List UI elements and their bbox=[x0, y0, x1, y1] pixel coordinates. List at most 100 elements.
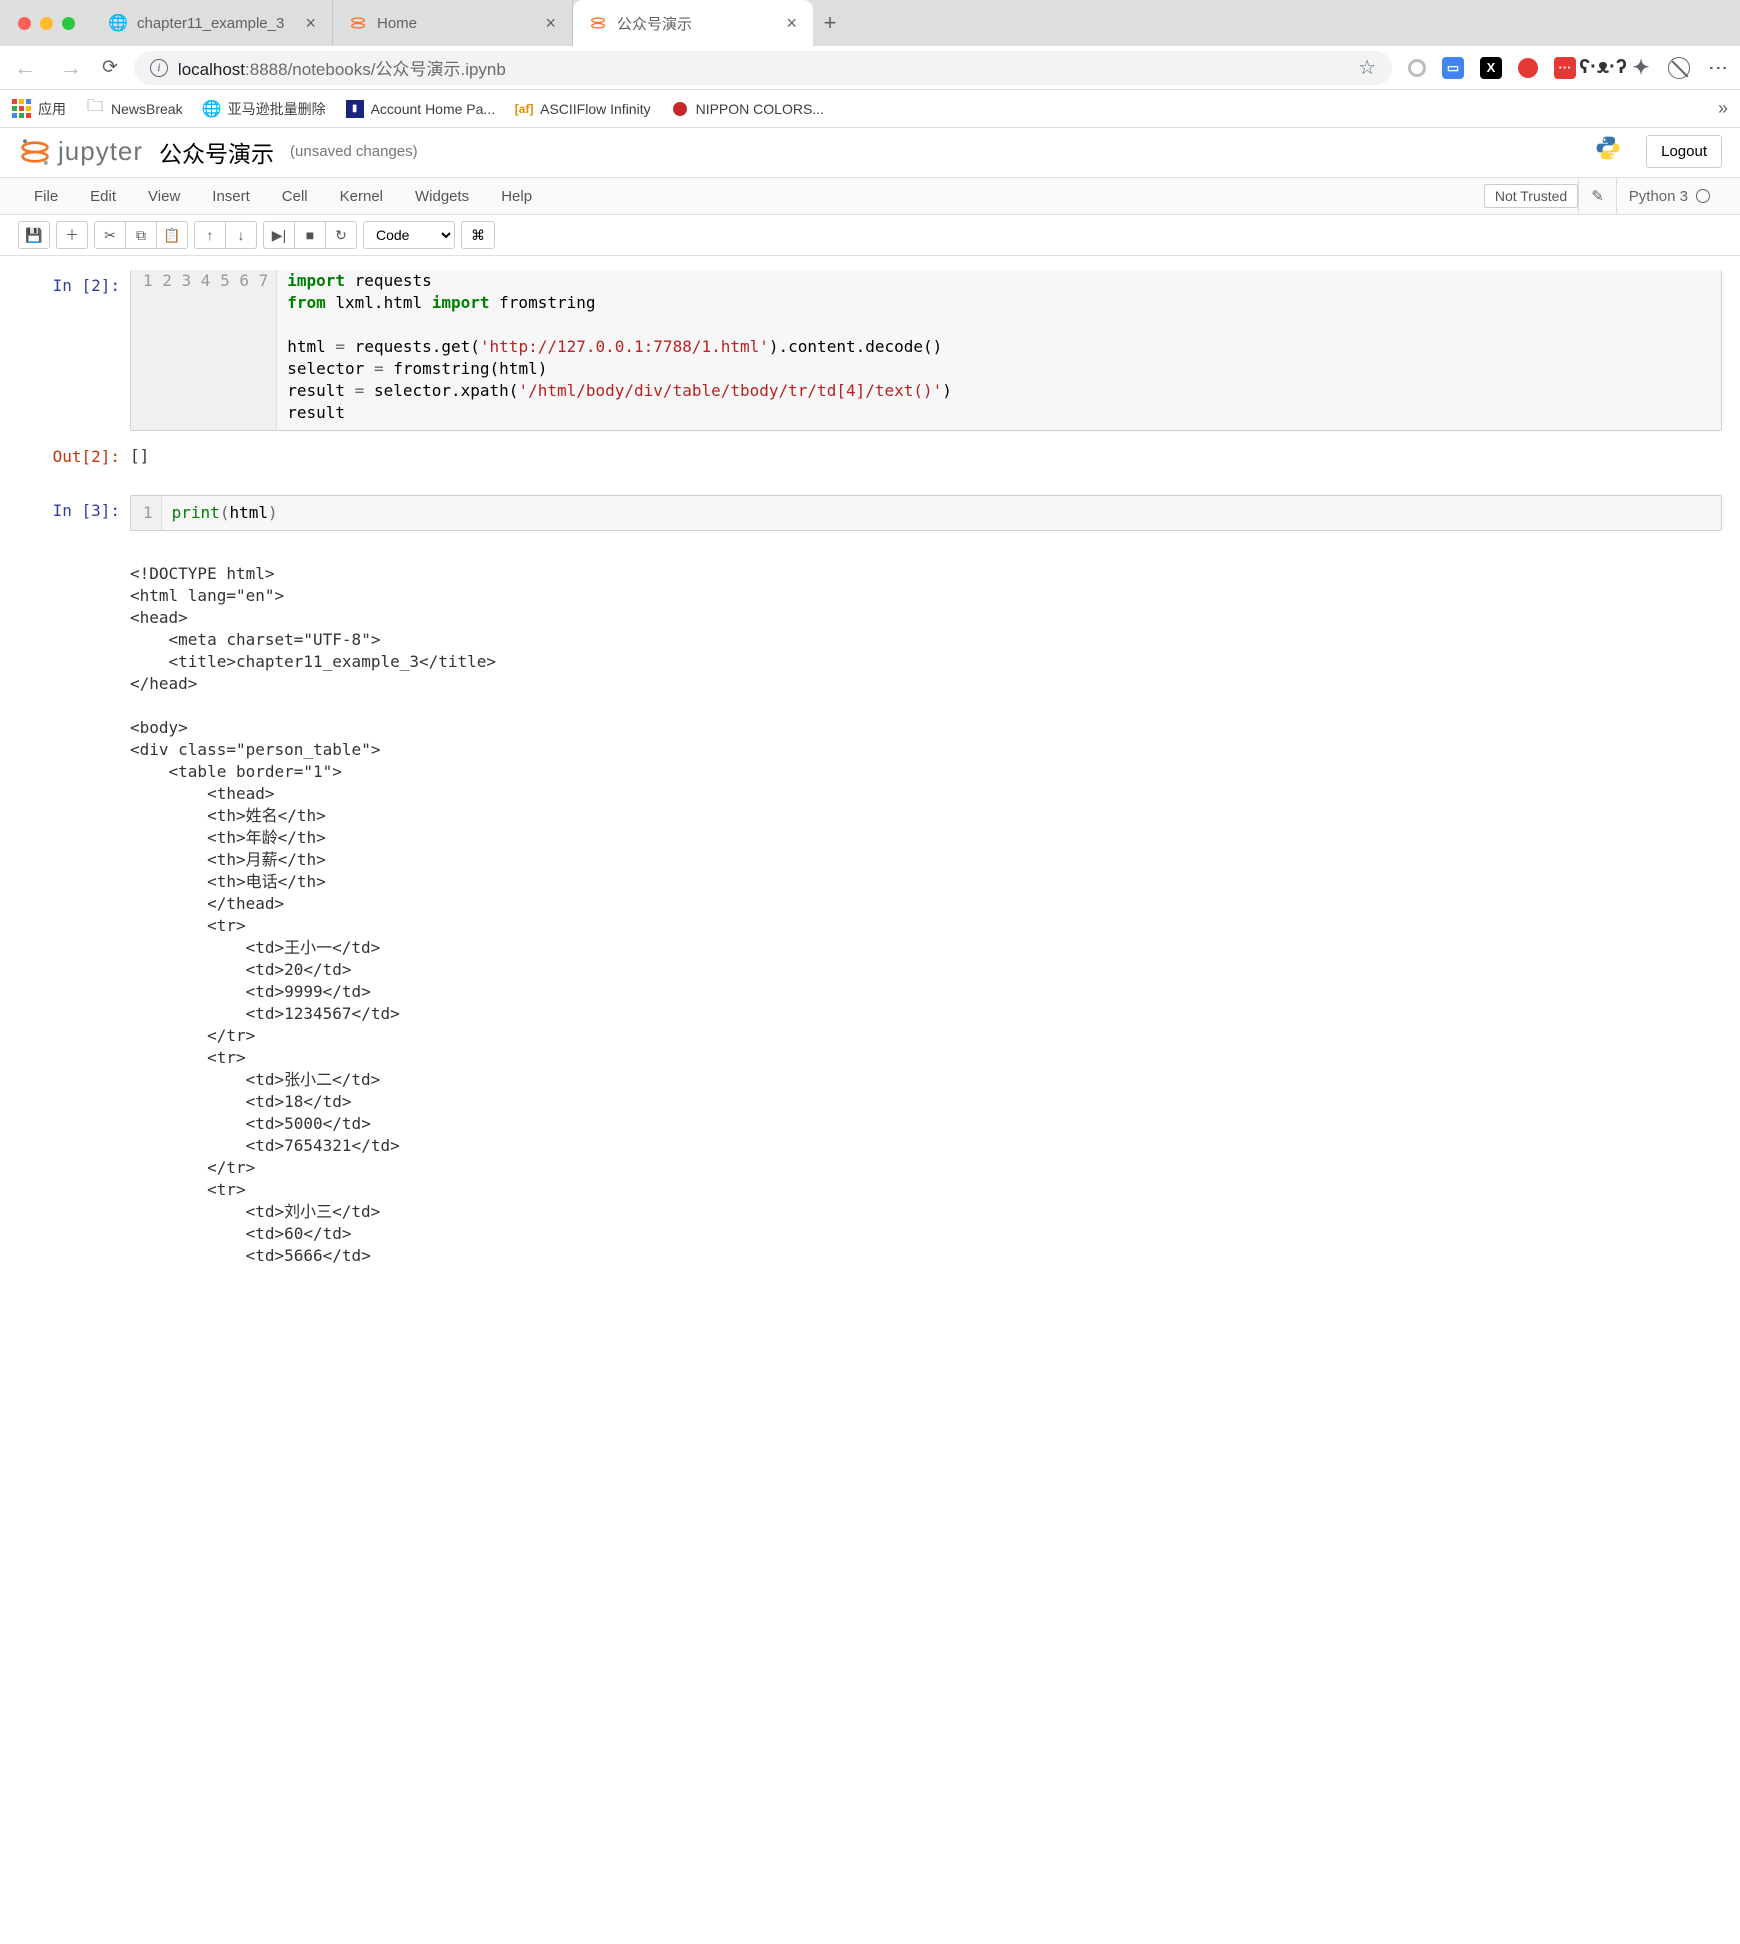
copy-cell-button[interactable]: ⧉ bbox=[125, 221, 157, 249]
extension-icons: ▭ X ··· ʕ·ᴥ·ʔ ✦ ⋮ bbox=[1408, 57, 1730, 79]
reload-button[interactable]: ⟳ bbox=[102, 56, 118, 79]
output-content: [] bbox=[130, 441, 1722, 467]
extension-panda-icon[interactable]: ʕ·ᴥ·ʔ bbox=[1592, 57, 1614, 79]
menu-file[interactable]: File bbox=[18, 178, 74, 214]
jupyter-logo[interactable]: jupyter bbox=[18, 135, 143, 169]
paste-cell-button[interactable]: 📋 bbox=[156, 221, 188, 249]
bookmark-star-icon[interactable]: ☆ bbox=[1358, 55, 1376, 80]
save-button[interactable]: 💾 bbox=[18, 221, 50, 249]
apps-label: 应用 bbox=[38, 99, 66, 119]
menu-insert[interactable]: Insert bbox=[196, 178, 266, 214]
restart-kernel-button[interactable]: ↻ bbox=[325, 221, 357, 249]
tab-strip: 🌐 chapter11_example_3 × Home × 公众号演示 × + bbox=[0, 0, 1740, 46]
bookmark-label: NewsBreak bbox=[111, 101, 183, 117]
forward-button[interactable]: → bbox=[56, 55, 86, 81]
extension-x-icon[interactable]: X bbox=[1480, 57, 1502, 79]
browser-tab-3[interactable]: 公众号演示 × bbox=[573, 0, 813, 46]
tab-title: Home bbox=[377, 15, 417, 32]
jupyter-header: jupyter 公众号演示 (unsaved changes) Logout bbox=[0, 128, 1740, 177]
menu-kernel[interactable]: Kernel bbox=[324, 178, 399, 214]
bookmark-newsbreak[interactable]: 🗀 NewsBreak bbox=[86, 100, 183, 118]
bookmark-account-home[interactable]: ▮ Account Home Pa... bbox=[346, 100, 496, 118]
bookmark-overflow-icon[interactable]: » bbox=[1718, 98, 1728, 119]
trusted-indicator[interactable]: Not Trusted bbox=[1484, 184, 1578, 208]
menu-edit[interactable]: Edit bbox=[74, 178, 132, 214]
bookmark-nippon-colors[interactable]: NIPPON COLORS... bbox=[671, 100, 824, 118]
url-path: :8888/notebooks/公众号演示.ipynb bbox=[245, 60, 506, 79]
command-palette-button[interactable]: ⌘ bbox=[461, 221, 495, 249]
bookmark-label: ASCIIFlow Infinity bbox=[540, 101, 650, 117]
output-prompt: Out[2]: bbox=[18, 441, 130, 467]
jupyter-toolbar: 💾 ＋ ✂ ⧉ 📋 ↑ ↓ ▶| ■ ↻ Code ⌘ bbox=[0, 215, 1740, 256]
code-cell-3[interactable]: In [3]: 1 print(html) bbox=[18, 495, 1722, 531]
bookmark-label: NIPPON COLORS... bbox=[696, 101, 824, 117]
red-dot-icon bbox=[673, 102, 687, 116]
edit-metadata-button[interactable]: ✎ bbox=[1578, 178, 1616, 214]
extensions-menu-icon[interactable]: ✦ bbox=[1630, 57, 1652, 79]
code-input-area[interactable]: 1 2 3 4 5 6 7 import requests from lxml.… bbox=[130, 270, 1722, 431]
kernel-name-label: Python 3 bbox=[1629, 188, 1688, 205]
code-cell-2[interactable]: In [2]: 1 2 3 4 5 6 7 import requests fr… bbox=[18, 270, 1722, 431]
output-prompt-empty bbox=[18, 559, 130, 1267]
close-icon[interactable]: × bbox=[545, 13, 556, 34]
insert-cell-button[interactable]: ＋ bbox=[56, 221, 88, 249]
extension-lastpass-icon[interactable]: ··· bbox=[1554, 57, 1576, 79]
run-cell-button[interactable]: ▶| bbox=[263, 221, 295, 249]
move-cell-up-button[interactable]: ↑ bbox=[194, 221, 226, 249]
url-host: localhost bbox=[178, 60, 245, 79]
apps-button[interactable]: 应用 bbox=[12, 99, 66, 119]
new-tab-button[interactable]: + bbox=[813, 10, 847, 36]
bookmark-label: Account Home Pa... bbox=[371, 101, 496, 117]
menu-help[interactable]: Help bbox=[485, 178, 548, 214]
close-icon[interactable]: × bbox=[305, 13, 316, 34]
cell-type-select[interactable]: Code bbox=[363, 221, 455, 249]
python-logo-icon bbox=[1594, 134, 1622, 169]
extension-adblock-icon[interactable] bbox=[1518, 58, 1538, 78]
back-button[interactable]: ← bbox=[10, 55, 40, 81]
bookmark-amazon-delete[interactable]: 🌐 亚马逊批量删除 bbox=[203, 99, 326, 119]
input-prompt: In [3]: bbox=[18, 495, 130, 531]
bookmark-label: 亚马逊批量删除 bbox=[228, 99, 326, 119]
notebook-title[interactable]: 公众号演示 bbox=[159, 135, 274, 169]
code-content[interactable]: import requests from lxml.html import fr… bbox=[277, 270, 1721, 430]
save-status: (unsaved changes) bbox=[290, 143, 418, 160]
browser-tab-1[interactable]: 🌐 chapter11_example_3 × bbox=[93, 0, 333, 46]
menu-view[interactable]: View bbox=[132, 178, 196, 214]
chrome-menu-icon[interactable]: ⋮ bbox=[1706, 58, 1730, 78]
cut-cell-button[interactable]: ✂ bbox=[94, 221, 126, 249]
kernel-idle-icon bbox=[1696, 189, 1710, 203]
close-icon[interactable]: × bbox=[786, 13, 797, 34]
window-controls bbox=[18, 17, 75, 30]
input-prompt: In [2]: bbox=[18, 270, 130, 431]
bookmark-asciiflow[interactable]: [af] ASCIIFlow Infinity bbox=[515, 100, 650, 118]
menu-cell[interactable]: Cell bbox=[266, 178, 324, 214]
tab-title: chapter11_example_3 bbox=[137, 15, 284, 32]
notebook-container: In [2]: 1 2 3 4 5 6 7 import requests fr… bbox=[0, 256, 1740, 1297]
address-bar[interactable]: i localhost:8888/notebooks/公众号演示.ipynb ☆ bbox=[134, 51, 1392, 85]
bookmark-bar: 应用 🗀 NewsBreak 🌐 亚马逊批量删除 ▮ Account Home … bbox=[0, 90, 1740, 128]
extension-reader-icon[interactable]: ▭ bbox=[1442, 57, 1464, 79]
interrupt-kernel-button[interactable]: ■ bbox=[294, 221, 326, 249]
window-close-button[interactable] bbox=[18, 17, 31, 30]
jupyter-icon bbox=[589, 14, 607, 32]
jupyter-page: jupyter 公众号演示 (unsaved changes) Logout F… bbox=[0, 128, 1740, 1297]
logout-button[interactable]: Logout bbox=[1646, 135, 1722, 168]
site-icon: ▮ bbox=[346, 100, 364, 118]
code-input-area[interactable]: 1 print(html) bbox=[130, 495, 1722, 531]
tab-title: 公众号演示 bbox=[617, 13, 692, 34]
window-maximize-button[interactable] bbox=[62, 17, 75, 30]
browser-tab-2[interactable]: Home × bbox=[333, 0, 573, 46]
jupyter-icon bbox=[349, 14, 367, 32]
move-cell-down-button[interactable]: ↓ bbox=[225, 221, 257, 249]
window-minimize-button[interactable] bbox=[40, 17, 53, 30]
browser-chrome: 🌐 chapter11_example_3 × Home × 公众号演示 × +… bbox=[0, 0, 1740, 128]
site-info-icon[interactable]: i bbox=[150, 59, 168, 77]
code-content[interactable]: print(html) bbox=[162, 496, 1721, 530]
menu-widgets[interactable]: Widgets bbox=[399, 178, 485, 214]
stream-output-3: <!DOCTYPE html> <html lang="en"> <head> … bbox=[18, 559, 1722, 1267]
extension-circle-icon[interactable] bbox=[1408, 59, 1426, 77]
extension-noscript-icon[interactable] bbox=[1668, 57, 1690, 79]
kernel-indicator[interactable]: Python 3 bbox=[1616, 178, 1722, 214]
jupyter-logo-text: jupyter bbox=[58, 136, 143, 167]
output-content: <!DOCTYPE html> <html lang="en"> <head> … bbox=[130, 559, 1722, 1267]
